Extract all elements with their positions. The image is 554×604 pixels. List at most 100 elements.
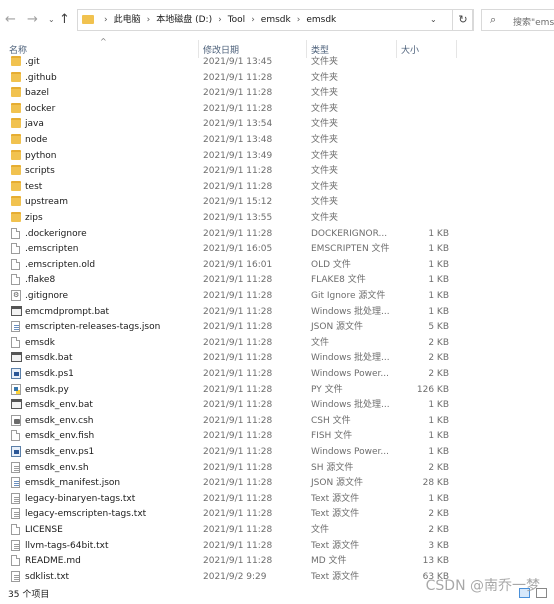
file-name: emsdk_env.csh — [25, 415, 94, 426]
file-row[interactable]: upstream 2021/9/1 15:12 文件夹 — [0, 194, 554, 210]
file-type: Windows 批处理... — [311, 353, 390, 364]
file-row[interactable]: emsdk_env.csh 2021/9/1 11:28 CSH 文件 1 KB — [0, 413, 554, 429]
file-name: upstream — [25, 197, 68, 208]
file-name: emsdk_manifest.json — [25, 478, 121, 489]
sort-ascending-icon: ^ — [100, 37, 107, 46]
file-date: 2021/9/1 16:05 — [203, 244, 273, 255]
file-row[interactable]: python 2021/9/1 13:49 文件夹 — [0, 148, 554, 164]
file-date: 2021/9/1 11:28 — [203, 431, 273, 442]
file-size: 3 KB — [428, 540, 449, 551]
forward-button[interactable]: → — [27, 13, 38, 27]
chevron-right-icon[interactable]: › — [251, 15, 255, 25]
breadcrumb-item[interactable]: Tool — [228, 15, 245, 25]
file-name: emsdk_env.sh — [25, 462, 89, 473]
file-row[interactable]: .github 2021/9/1 11:28 文件夹 — [0, 70, 554, 86]
file-type: JSON 源文件 — [311, 478, 364, 489]
txt-icon — [11, 492, 20, 504]
back-button[interactable]: ← — [5, 13, 16, 27]
file-date: 2021/9/1 13:48 — [203, 135, 273, 145]
txt-icon — [11, 508, 20, 520]
file-row[interactable]: emsdk_env.sh 2021/9/1 11:28 SH 源文件 2 KB — [0, 460, 554, 476]
file-row[interactable]: README.md 2021/9/1 11:28 MD 文件 13 KB — [0, 553, 554, 569]
file-date: 2021/9/1 11:28 — [203, 306, 273, 317]
file-name: emsdk_env.bat — [25, 400, 93, 411]
file-date: 2021/9/1 11:28 — [203, 72, 273, 83]
file-row[interactable]: bazel 2021/9/1 11:28 文件夹 — [0, 85, 554, 101]
file-name: emsdk.ps1 — [25, 369, 74, 379]
address-bar[interactable]: › 此电脑 › 本地磁盘 (D:) › Tool › emsdk › emsdk ⌄ — [77, 9, 473, 31]
txt-icon — [11, 539, 20, 551]
file-row[interactable]: .emscripten.old 2021/9/1 16:01 OLD 文件 1 KB — [0, 257, 554, 273]
chevron-right-icon[interactable]: › — [104, 15, 108, 25]
item-count: 35 个项目 — [8, 590, 50, 600]
file-row[interactable]: .git 2021/9/1 13:45 文件夹 — [0, 54, 554, 70]
file-row[interactable]: emsdk_env.fish 2021/9/1 11:28 FISH 文件 1 KB — [0, 428, 554, 444]
file-type: Windows Power... — [311, 447, 390, 457]
file-row[interactable]: node 2021/9/1 13:48 文件夹 — [0, 132, 554, 148]
file-row[interactable]: llvm-tags-64bit.txt 2021/9/1 11:28 Text 源文… — [0, 538, 554, 554]
chevron-right-icon[interactable]: › — [147, 15, 151, 25]
chevron-right-icon[interactable]: › — [297, 15, 301, 25]
file-row[interactable]: emcmdprompt.bat 2021/9/1 11:28 Windows 批处理… — [0, 304, 554, 320]
file-name: test — [25, 181, 43, 192]
file-type: Windows Power... — [311, 369, 390, 379]
up-button[interactable]: ↑ — [59, 12, 70, 27]
breadcrumb-item[interactable]: 本地磁盘 (D:) — [156, 15, 212, 25]
file-row[interactable]: emsdk_env.bat 2021/9/1 11:28 Windows 批处理..… — [0, 397, 554, 413]
file-row[interactable]: emscripten-releases-tags.json 2021/9/1 11… — [0, 319, 554, 335]
file-row[interactable]: .emscripten 2021/9/1 16:05 EMSCRIPTEN 文件 1 … — [0, 241, 554, 257]
file-row[interactable]: emsdk.py 2021/9/1 11:28 PY 文件 126 KB — [0, 382, 554, 398]
file-row[interactable]: emsdk.ps1 2021/9/1 11:28 Windows Power... 2… — [0, 366, 554, 382]
file-type: Windows 批处理... — [311, 306, 390, 317]
file-row[interactable]: emsdk_env.ps1 2021/9/1 11:28 Windows Power… — [0, 444, 554, 460]
search-input[interactable]: ⌕ 搜索"emsdk — [481, 9, 554, 31]
file-size: 1 KB — [428, 275, 449, 286]
file-type: 文件夹 — [311, 119, 339, 130]
file-row[interactable]: scripts 2021/9/1 11:28 文件夹 — [0, 163, 554, 179]
file-size: 2 KB — [428, 337, 449, 348]
file-name: docker — [25, 103, 56, 114]
file-name: README.md — [25, 556, 81, 567]
file-type: 文件夹 — [311, 72, 339, 83]
file-name: bazel — [25, 88, 49, 99]
file-row[interactable]: legacy-binaryen-tags.txt 2021/9/1 11:28 Te… — [0, 491, 554, 507]
file-size: 126 KB — [416, 384, 449, 395]
file-row[interactable]: .flake8 2021/9/1 11:28 FLAKE8 文件 1 KB — [0, 272, 554, 288]
file-size: 2 KB — [428, 369, 449, 379]
chevron-right-icon[interactable]: › — [218, 15, 222, 25]
file-row[interactable]: legacy-emscripten-tags.txt 2021/9/1 11:28… — [0, 506, 554, 522]
file-row[interactable]: emsdk 2021/9/1 11:28 文件 2 KB — [0, 335, 554, 351]
file-name: .flake8 — [25, 275, 56, 286]
file-type: 文件夹 — [311, 88, 339, 99]
file-row[interactable]: LICENSE 2021/9/1 11:28 文件 2 KB — [0, 522, 554, 538]
file-type: 文件夹 — [311, 135, 339, 145]
file-row[interactable]: zips 2021/9/1 13:55 文件夹 — [0, 210, 554, 226]
file-row[interactable]: .gitignore 2021/9/1 11:28 Git Ignore 源文件 1 … — [0, 288, 554, 304]
file-name: emsdk — [25, 337, 55, 348]
folder-icon — [82, 15, 94, 24]
file-type: 文件 — [311, 337, 330, 348]
file-date: 2021/9/1 11:28 — [203, 540, 273, 551]
file-row[interactable]: test 2021/9/1 11:28 文件夹 — [0, 179, 554, 195]
breadcrumb-item[interactable]: 此电脑 — [114, 15, 141, 25]
folder-icon — [11, 87, 21, 98]
file-type: SH 源文件 — [311, 462, 354, 473]
breadcrumb-item[interactable]: emsdk — [306, 15, 336, 25]
refresh-button[interactable]: ↻ — [452, 9, 474, 31]
file-type: 文件夹 — [311, 150, 339, 161]
file-date: 2021/9/1 11:28 — [203, 400, 273, 411]
file-type: Git Ignore 源文件 — [311, 291, 386, 301]
file-row[interactable]: emsdk_manifest.json 2021/9/1 11:28 JSON 源文… — [0, 475, 554, 491]
chevron-down-icon[interactable]: ⌄ — [430, 10, 437, 30]
file-row[interactable]: .dockerignore 2021/9/1 11:28 DOCKERIGNOR..… — [0, 226, 554, 242]
recent-locations-button[interactable]: ⌄ — [48, 15, 55, 24]
folder-icon — [11, 165, 21, 176]
breadcrumb: › 此电脑 › 本地磁盘 (D:) › Tool › emsdk › emsdk — [98, 10, 336, 30]
file-row[interactable]: emsdk.bat 2021/9/1 11:28 Windows 批处理... 2 K… — [0, 350, 554, 366]
breadcrumb-item[interactable]: emsdk — [261, 15, 291, 25]
file-row[interactable]: docker 2021/9/1 11:28 文件夹 — [0, 101, 554, 117]
file-name: sdklist.txt — [25, 571, 70, 582]
file-size: 2 KB — [428, 509, 449, 520]
navigation-bar: ← → ⌄ ↑ › 此电脑 › 本地磁盘 (D:) › Tool › emsdk › emsdk … — [0, 0, 554, 40]
file-row[interactable]: java 2021/9/1 13:54 文件夹 — [0, 116, 554, 132]
